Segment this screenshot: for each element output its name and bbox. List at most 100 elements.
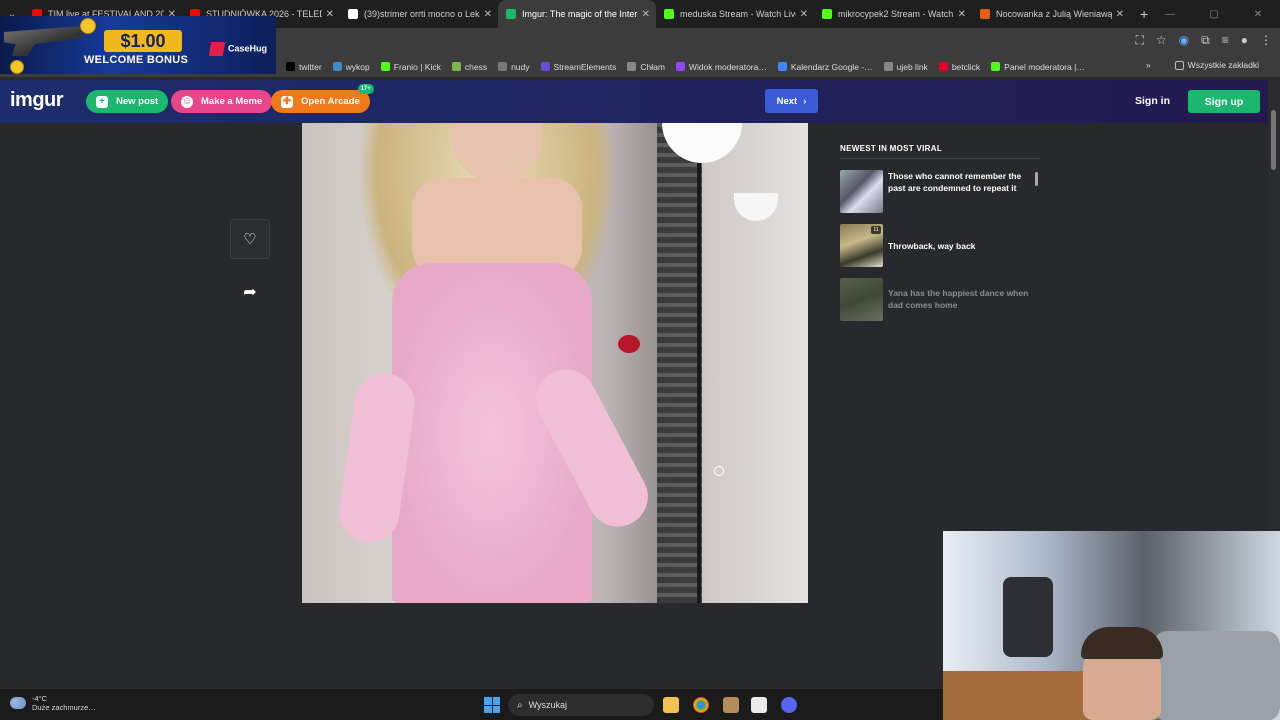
bookmark-label: nudy: [511, 61, 530, 72]
casehug-ad-banner: $1.00 WELCOME BONUS CaseHug: [0, 16, 276, 74]
make-meme-button[interactable]: ☺ Make a Meme: [171, 90, 273, 113]
globe-icon: [627, 62, 637, 71]
bookmarks-more-icon[interactable]: »: [1146, 60, 1151, 70]
sign-in-link[interactable]: Sign in: [1135, 95, 1170, 107]
bookmark-label: Franio | Kick: [393, 61, 441, 72]
bookmark-label: Panel moderatora |…: [1004, 61, 1085, 72]
puzzle-icon[interactable]: ⧉: [1201, 33, 1210, 48]
plus-icon: +: [96, 95, 108, 108]
tab-title: Nocowanka z Julią Wieniawą 1…: [996, 9, 1112, 19]
calendar-icon: [777, 62, 787, 71]
browser-tab[interactable]: meduska Stream - Watch Live o… ✕: [656, 0, 814, 28]
tab-close-icon[interactable]: ✕: [642, 9, 650, 20]
bookmark-item[interactable]: chess: [451, 62, 487, 72]
tab-title: (39)strimer orrti mocno o Leka…: [364, 9, 480, 19]
viral-post[interactable]: 11 Throwback, way back: [840, 224, 1040, 268]
minimize-icon[interactable]: —: [1148, 9, 1192, 20]
pawn-icon: [451, 62, 461, 71]
kick-icon: [991, 62, 1001, 71]
floor-lamp: [697, 163, 701, 603]
imgur-logo[interactable]: imgur: [10, 89, 64, 112]
zoom-cursor-icon: [714, 466, 724, 476]
windows-start-icon[interactable]: [484, 697, 500, 713]
tab-close-icon[interactable]: ✕: [800, 9, 808, 20]
casehug-logo-icon: [208, 42, 226, 56]
all-bookmarks-folder[interactable]: Wszystkie zakładki: [1174, 60, 1259, 70]
bookmark-item[interactable]: Chłam: [627, 62, 665, 72]
media-icon[interactable]: ≡: [1222, 33, 1229, 48]
arcade-badge: 17+: [357, 84, 374, 94]
maximize-icon[interactable]: ▢: [1192, 9, 1236, 20]
folder-icon: [1174, 60, 1184, 70]
tab-title: mikrocypek2 Stream - Watch Li…: [838, 9, 954, 19]
bookmark-label: Kalendarz Google -…: [790, 61, 873, 72]
bookmark-label: betclick: [951, 61, 981, 72]
favorite-button[interactable]: ♡: [230, 219, 270, 259]
streamelements-icon: [540, 62, 550, 71]
couch: [1153, 631, 1280, 720]
tab-close-icon[interactable]: ✕: [326, 9, 334, 20]
heart-icon: ♡: [243, 231, 257, 248]
bookmark-item[interactable]: StreamElements: [540, 62, 616, 72]
bookmark-item[interactable]: wykop: [332, 62, 370, 72]
app-icon[interactable]: [723, 697, 739, 713]
viral-post[interactable]: Yana has the happiest dance when dad com…: [840, 278, 1040, 322]
post-video[interactable]: [302, 123, 808, 603]
share-button[interactable]: ➦: [238, 280, 262, 304]
tab-favicon-icon: [664, 9, 674, 19]
streamer-webcam: [943, 531, 1280, 720]
profile-avatar[interactable]: ●: [1241, 33, 1248, 48]
betclick-icon: [938, 62, 948, 71]
bookmark-label: Widok moderatora…: [688, 61, 767, 72]
discord-icon[interactable]: [781, 697, 797, 713]
chair: [1003, 577, 1053, 657]
new-tab-icon[interactable]: +: [1140, 6, 1148, 22]
taskbar-search[interactable]: ⌕ Wyszukaj: [508, 694, 654, 716]
viral-post[interactable]: Those who cannot remember the past are c…: [840, 170, 1040, 214]
bookmark-item[interactable]: Franio | Kick: [380, 61, 441, 72]
meme-icon: ☺: [181, 95, 193, 108]
extension-icon[interactable]: ◉: [1179, 33, 1189, 48]
bookmark-item[interactable]: Widok moderatora…: [675, 61, 767, 72]
image-count: 11: [871, 226, 881, 234]
tab-close-icon[interactable]: ✕: [1116, 9, 1124, 20]
window-controls: — ▢ ✕: [1148, 0, 1280, 28]
sidebar-scrollbar[interactable]: [1035, 172, 1038, 186]
star-icon[interactable]: ☆: [1156, 33, 1167, 48]
bookmark-item[interactable]: ujeb link: [883, 62, 928, 72]
chevron-right-icon: ›: [803, 95, 807, 107]
bookmark-item[interactable]: betclick: [938, 61, 981, 72]
open-arcade-button[interactable]: ✚ Open Arcade 17+: [271, 84, 374, 113]
folder-icon: [498, 62, 508, 71]
app-icon[interactable]: [751, 697, 767, 713]
imgur-header: imgur + New post ☺ Make a Meme ✚ Open Ar…: [0, 80, 1280, 123]
tab-close-icon[interactable]: ✕: [484, 9, 492, 20]
tab-favicon-icon: [980, 9, 990, 19]
file-explorer-icon[interactable]: [663, 697, 679, 713]
tab-favicon-icon: [506, 9, 516, 19]
bookmark-item[interactable]: Panel moderatora |…: [991, 62, 1085, 72]
weather-widget[interactable]: -4°C Duże zachmurze…: [10, 694, 96, 712]
next-button[interactable]: Next ›: [765, 89, 818, 113]
tab-title: Imgur: The magic of the Intern…: [522, 9, 638, 19]
close-window-icon[interactable]: ✕: [1236, 9, 1280, 20]
more-menu-icon[interactable]: ⋮: [1260, 33, 1272, 48]
browser-tab[interactable]: Nocowanka z Julią Wieniawą 1… ✕: [972, 0, 1130, 28]
tab-close-icon[interactable]: ✕: [958, 9, 966, 20]
chrome-icon[interactable]: [693, 697, 709, 713]
browser-tab[interactable]: mikrocypek2 Stream - Watch Li… ✕: [814, 0, 972, 28]
browser-tab[interactable]: Imgur: The magic of the Intern… ✕: [498, 0, 656, 28]
new-post-button[interactable]: + New post: [86, 90, 169, 113]
bookmark-item[interactable]: Kalendarz Google -…: [777, 61, 873, 72]
sign-up-button[interactable]: Sign up: [1188, 90, 1260, 113]
post-thumbnail: [840, 170, 883, 213]
bookmark-label: twitter: [299, 61, 322, 72]
search-icon: ⌕: [517, 699, 523, 711]
bookmark-item[interactable]: nudy: [498, 61, 530, 72]
bookmark-item[interactable]: twitter: [286, 62, 322, 72]
browser-tab[interactable]: (39)strimer orrti mocno o Leka… ✕: [340, 0, 498, 28]
scrollbar-thumb[interactable]: [1271, 110, 1276, 170]
coin-icon: [80, 18, 96, 34]
translate-icon[interactable]: ⛶: [1136, 33, 1144, 48]
share-arrow-icon: ➦: [243, 284, 257, 301]
